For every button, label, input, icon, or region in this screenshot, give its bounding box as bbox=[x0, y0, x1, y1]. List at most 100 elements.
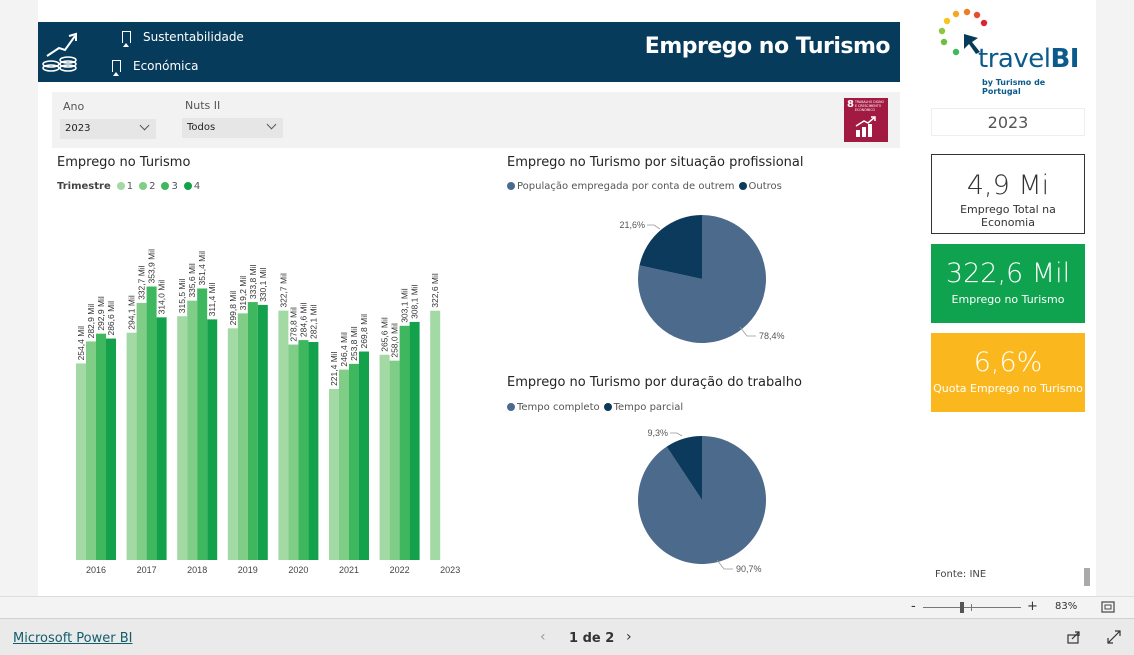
next-page-icon[interactable]: › bbox=[626, 629, 632, 645]
bar-data-label: 322,7 Mil bbox=[278, 273, 288, 308]
kpi-value: 4,9 Mi bbox=[966, 170, 1050, 201]
prev-page-icon[interactable]: ‹ bbox=[540, 629, 546, 645]
nav-label: Económica bbox=[133, 59, 199, 73]
nav-button-economica[interactable]: Económica bbox=[112, 59, 199, 76]
nuts-filter-label: Nuts II bbox=[185, 99, 221, 112]
bar-2016-q1[interactable] bbox=[76, 363, 86, 560]
bar-2018-q1[interactable] bbox=[177, 316, 188, 560]
x-tick-label: 2023 bbox=[440, 565, 460, 575]
pie-duracao-panel: Emprego no Turismo por duração do trabal… bbox=[502, 372, 900, 584]
bar-data-label: 246,4 Mil bbox=[339, 332, 349, 367]
bar-data-label: 258,0 Mil bbox=[390, 323, 400, 358]
page-indicator: 1 de 2 bbox=[569, 631, 615, 646]
x-tick-label: 2020 bbox=[288, 565, 308, 575]
bar-2022-q3[interactable] bbox=[399, 325, 410, 560]
travelbi-logo: travelBI by Turismo de Portugal bbox=[936, 8, 1086, 96]
kpi-quota: 6,6% Quota Emprego no Turismo bbox=[931, 333, 1085, 412]
kpi-tourism: 322,6 Mil Emprego no Turismo bbox=[931, 244, 1085, 323]
nuts-dropdown-value: Todos bbox=[187, 122, 216, 133]
bar-2021-q1[interactable] bbox=[329, 388, 339, 560]
zoom-in-button[interactable]: + bbox=[1027, 599, 1038, 614]
filter-bar bbox=[52, 92, 900, 148]
bar-2022-q2[interactable] bbox=[389, 360, 400, 560]
powerbi-link[interactable]: Microsoft Power BI bbox=[13, 631, 132, 646]
bar-2017-q4[interactable] bbox=[156, 317, 167, 560]
bar-2018-q3[interactable] bbox=[197, 288, 208, 560]
year-display: 2023 bbox=[931, 108, 1085, 136]
sdg-text: TRABALHO DIGNO E CRESCIMENTO ECONÓMICO bbox=[855, 100, 885, 112]
nav-button-sustentabilidade[interactable]: Sustentabilidade bbox=[122, 30, 244, 47]
page-title: Emprego no Turismo bbox=[644, 34, 891, 59]
bar-data-label: 282,1 Mil bbox=[308, 304, 318, 339]
kpi-total-economy: 4,9 Mi Emprego Total na Economia bbox=[931, 154, 1085, 234]
logo-tagline: by Turismo de Portugal bbox=[982, 78, 1046, 96]
source-note: Fonte: INE bbox=[935, 569, 987, 580]
bar-2018-q2[interactable] bbox=[187, 300, 198, 560]
pie-data-label: 78,4% bbox=[759, 331, 785, 341]
bar-data-label: 253,8 Mil bbox=[349, 326, 359, 361]
bar-2019-q3[interactable] bbox=[247, 302, 258, 560]
pie-data-label: 90,7% bbox=[736, 564, 762, 574]
bar-2017-q2[interactable] bbox=[136, 302, 147, 560]
zoom-slider[interactable] bbox=[923, 602, 1021, 613]
zoom-out-button[interactable]: - bbox=[911, 599, 916, 614]
scroll-handle[interactable] bbox=[1084, 568, 1090, 586]
bar-data-label: 292,9 Mil bbox=[96, 296, 106, 331]
bar-data-label: 221,4 Mil bbox=[329, 351, 339, 386]
bar-data-label: 299,8 Mil bbox=[228, 291, 238, 326]
bar-2020-q2[interactable] bbox=[288, 344, 299, 560]
bar-2016-q4[interactable] bbox=[106, 338, 116, 560]
nuts-dropdown[interactable]: Todos bbox=[182, 118, 283, 138]
bar-data-label: 314,0 Mil bbox=[157, 280, 167, 315]
bar-2023-q1[interactable] bbox=[430, 310, 441, 560]
zoom-slider-thumb[interactable] bbox=[960, 602, 964, 613]
bar-2020-q1[interactable] bbox=[278, 310, 289, 560]
kpi-label: Emprego no Turismo bbox=[951, 293, 1065, 306]
bar-data-label: 303,1 Mil bbox=[400, 288, 410, 323]
zoom-bar: - + 83% bbox=[0, 596, 1134, 618]
bar-2021-q3[interactable] bbox=[349, 363, 359, 560]
bar-2021-q2[interactable] bbox=[339, 369, 349, 560]
sdg-8-badge: 8 TRABALHO DIGNO E CRESCIMENTO ECONÓMICO bbox=[844, 98, 888, 142]
ano-dropdown-value: 2023 bbox=[65, 123, 91, 134]
pie-data-label: 21,6% bbox=[619, 220, 645, 230]
kpi-label: Quota Emprego no Turismo bbox=[933, 382, 1083, 395]
bar-2017-q1[interactable] bbox=[126, 332, 137, 560]
bar-data-label: 319,2 Mil bbox=[238, 276, 248, 311]
bar-2022-q1[interactable] bbox=[379, 354, 390, 560]
bar-data-label: 265,6 Mil bbox=[380, 317, 390, 352]
pie-leader-line bbox=[647, 224, 661, 230]
growth-chart-icon bbox=[855, 116, 876, 137]
bar-2018-q4[interactable] bbox=[207, 319, 218, 560]
x-tick-label: 2018 bbox=[187, 565, 207, 575]
bar-2022-q4[interactable] bbox=[409, 321, 420, 560]
bar-data-label: 286,6 Mil bbox=[106, 301, 116, 336]
zoom-level: 83% bbox=[1055, 601, 1078, 612]
pie-situacao-chart: 78,4% 21,6% bbox=[619, 215, 785, 343]
bar-2019-q1[interactable] bbox=[227, 328, 238, 560]
money-growth-icon bbox=[42, 32, 77, 72]
fit-to-page-icon[interactable] bbox=[1101, 601, 1115, 613]
bar-data-label: 353,9 Mil bbox=[147, 249, 157, 284]
bar-2020-q4[interactable] bbox=[308, 342, 319, 560]
kpi-label: Emprego Total na Economia bbox=[960, 203, 1056, 229]
bar-2017-q3[interactable] bbox=[146, 286, 157, 560]
bar-2019-q4[interactable] bbox=[257, 304, 268, 560]
bar-2016-q3[interactable] bbox=[96, 333, 106, 560]
zoom-slider-tick bbox=[971, 604, 972, 611]
bookmark-icon bbox=[112, 60, 121, 76]
bar-data-label: 332,7 Mil bbox=[137, 265, 147, 300]
bar-data-label: 282,9 Mil bbox=[86, 304, 96, 339]
ano-dropdown[interactable]: 2023 bbox=[60, 119, 156, 139]
bar-2021-q4[interactable] bbox=[359, 351, 369, 560]
chevron-down-icon bbox=[266, 119, 277, 130]
share-icon[interactable] bbox=[1067, 630, 1081, 644]
bar-2019-q2[interactable] bbox=[237, 313, 248, 560]
bar-2020-q3[interactable] bbox=[298, 340, 309, 560]
ano-filter-label: Ano bbox=[63, 100, 85, 113]
bar-2016-q2[interactable] bbox=[86, 341, 96, 560]
x-tick-label: 2017 bbox=[137, 565, 157, 575]
fullscreen-icon[interactable] bbox=[1107, 630, 1121, 644]
bar-data-label: 311,4 Mil bbox=[207, 282, 217, 316]
bar-chart: 254,4 Mil282,9 Mil 292,9 Mil 286,6 Mil 2016… bbox=[76, 249, 460, 575]
